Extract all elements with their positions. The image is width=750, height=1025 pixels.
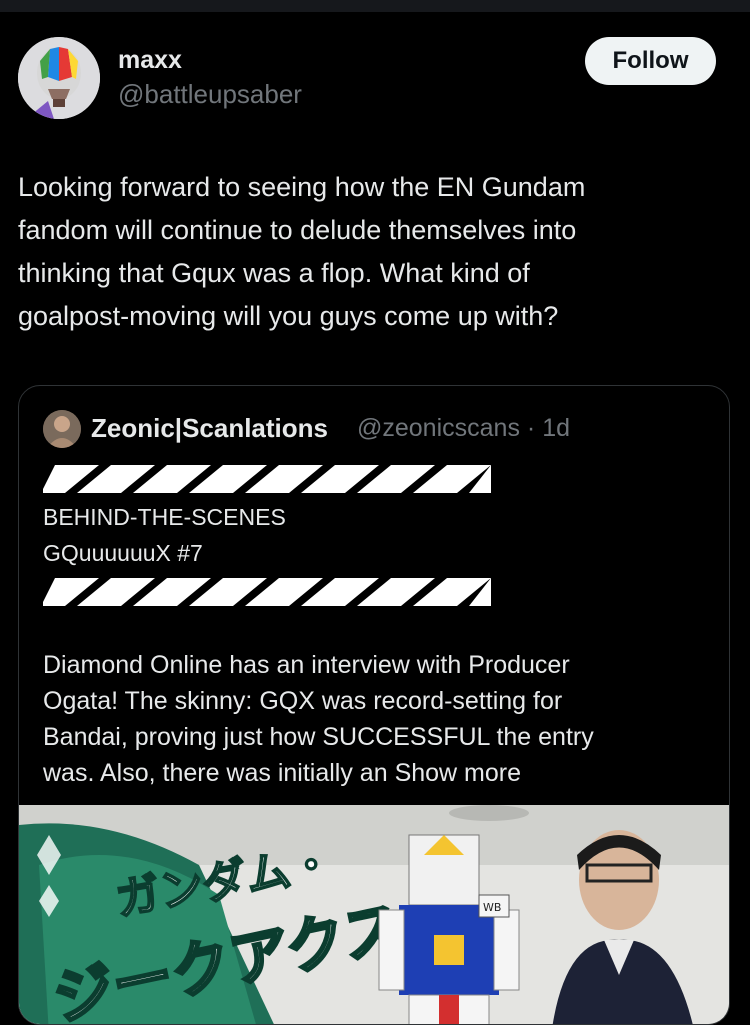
- quoted-meta: @zeonicscans · 1d: [357, 414, 570, 443]
- gundam-promo-image: ガンダム・ ジークアクス WB: [19, 805, 729, 1024]
- quoted-heading: BEHIND-THE-SCENES: [43, 504, 286, 530]
- avatar[interactable]: [18, 37, 100, 119]
- follow-button[interactable]: Follow: [585, 37, 716, 85]
- quoted-subheading: GQuuuuuuX #7: [43, 540, 203, 566]
- meta-separator: ·: [526, 414, 536, 442]
- clapperboard-stripes-top: [43, 465, 491, 493]
- clapperboard-stripes-bottom: [43, 578, 491, 606]
- quoted-author-handle[interactable]: @zeonicscans: [357, 414, 520, 442]
- quoted-text: Diamond Online has an interview with Pro…: [43, 647, 703, 791]
- quoted-avatar[interactable]: [43, 410, 81, 448]
- person-avatar-icon: [43, 410, 81, 448]
- quoted-author-name[interactable]: Zeonic|Scanlations: [91, 413, 328, 444]
- author-name[interactable]: maxx: [118, 46, 182, 75]
- quoted-post[interactable]: Zeonic|Scanlations @zeonicscans · 1d BEH…: [18, 385, 730, 1025]
- author-handle[interactable]: @battleupsaber: [118, 79, 302, 110]
- wb-badge: WB: [483, 901, 501, 914]
- top-bar: [0, 0, 750, 12]
- hot-air-balloon-icon: [18, 37, 100, 119]
- show-more-link[interactable]: Show more: [395, 759, 521, 787]
- post-text: Looking forward to seeing how the EN Gun…: [18, 172, 586, 331]
- quoted-media-image[interactable]: ガンダム・ ジークアクス WB: [19, 805, 729, 1024]
- quoted-timestamp[interactable]: 1d: [542, 414, 570, 442]
